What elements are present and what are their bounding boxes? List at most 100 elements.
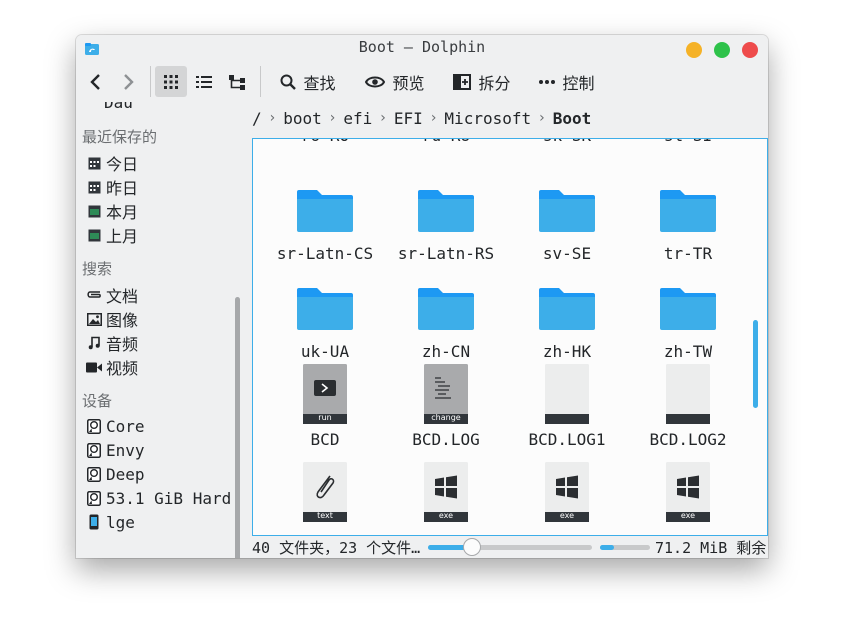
list-view-icon: [196, 75, 212, 88]
split-view-icon: [453, 73, 472, 90]
windows-executable-icon: exe: [658, 462, 718, 522]
breadcrumb-current[interactable]: Boot: [553, 109, 592, 128]
file-name-label: zh-CN: [421, 342, 471, 361]
folder-item[interactable]: sr-Latn-CS: [259, 178, 377, 274]
icons-view-button[interactable]: [155, 66, 187, 97]
folder-item[interactable]: sv-SE: [501, 178, 619, 274]
zoom-slider-handle[interactable]: [463, 538, 482, 556]
sidebar-item-last-month[interactable]: 上月: [86, 224, 138, 246]
maximize-button[interactable]: [714, 42, 730, 58]
sidebar-item-videos[interactable]: 视频: [86, 356, 138, 378]
grid-view-icon: [164, 74, 178, 89]
breadcrumb-item[interactable]: boot: [283, 109, 322, 128]
file-name-label: sr-Latn-CS: [276, 244, 374, 263]
breadcrumb-item[interactable]: efi: [343, 109, 372, 128]
calendar-icon: [86, 227, 102, 243]
file-view-scrollbar[interactable]: [753, 320, 758, 408]
svg-text:exe: exe: [439, 511, 453, 520]
terminal-script-icon: run: [295, 364, 355, 424]
file-item[interactable]: exe: [380, 462, 498, 535]
tree-view-button[interactable]: [224, 66, 252, 97]
folder-item[interactable]: ru-RU: [380, 139, 498, 156]
sidebar-item-label: Core: [106, 416, 145, 436]
title-bar[interactable]: Boot — Dolphin: [76, 35, 768, 62]
sidebar-item-label: 昨日: [106, 179, 139, 198]
file-item[interactable]: change BCD.LOG: [380, 364, 498, 460]
file-name-label: sl-SI: [622, 139, 754, 145]
folder-item[interactable]: sk-SK: [501, 139, 619, 156]
sidebar-item-hard-drive[interactable]: 53.1 GiB Hard: [86, 487, 231, 509]
sidebar-item-audio[interactable]: 音频: [86, 332, 138, 354]
folder-icon: [295, 178, 355, 238]
sidebar-item-today[interactable]: 今日: [86, 152, 138, 174]
chevron-right-icon: ›: [539, 110, 545, 126]
folder-item[interactable]: sr-Latn-RS: [380, 178, 498, 274]
breadcrumb-item[interactable]: Microsoft: [444, 109, 531, 128]
sidebar-item-deep[interactable]: Deep: [86, 463, 145, 485]
file-item[interactable]: BCD.LOG1: [501, 364, 619, 460]
sidebar-item-envy[interactable]: Envy: [86, 439, 145, 461]
file-name-label: sr-Latn-RS: [397, 244, 495, 263]
back-button[interactable]: [84, 66, 108, 97]
file-name-label: sv-SE: [542, 244, 592, 263]
sidebar-item-yesterday[interactable]: 昨日: [86, 176, 138, 198]
folder-icon: [295, 276, 355, 336]
preview-button[interactable]: 预览: [363, 66, 427, 97]
eye-icon: [365, 76, 386, 87]
control-button-label: 控制: [562, 73, 595, 93]
window-title: Boot — Dolphin: [358, 38, 486, 56]
breadcrumb-root[interactable]: /: [252, 109, 262, 128]
close-window-button[interactable]: [742, 42, 758, 58]
sidebar-item-partial[interactable]: Dau: [104, 102, 133, 111]
sidebar-scrollbar[interactable]: [235, 297, 240, 558]
folder-item[interactable]: uk-UA: [259, 276, 377, 372]
file-view[interactable]: ro-RO ru-RU sk-SK sl-SI sr-Latn-CS sr-La…: [252, 138, 768, 536]
folder-icon: [658, 178, 718, 238]
calendar-icon: [86, 203, 102, 219]
folder-item[interactable]: zh-TW: [622, 276, 740, 372]
file-name-label: sk-SK: [501, 139, 633, 145]
free-space-label: 71.2 MiB 剩余: [655, 539, 767, 557]
change-file-icon: change: [416, 364, 476, 424]
file-item[interactable]: exe: [501, 462, 619, 535]
search-button-label: 查找: [303, 73, 336, 93]
sidebar-item-this-month[interactable]: 本月: [86, 200, 138, 222]
sidebar-item-lge[interactable]: lge: [86, 511, 135, 533]
chevron-right-icon: ›: [269, 110, 276, 126]
minimize-button[interactable]: [686, 42, 702, 58]
sidebar-item-documents[interactable]: 文档: [86, 284, 138, 306]
zoom-slider[interactable]: [428, 538, 592, 556]
folder-item[interactable]: zh-HK: [501, 276, 619, 372]
more-dots-icon: [539, 79, 556, 84]
sidebar-heading-recent: 最近保存的: [82, 128, 158, 146]
file-item[interactable]: text: [259, 462, 377, 535]
folder-item[interactable]: tr-TR: [622, 178, 740, 274]
file-item[interactable]: BCD.LOG2: [622, 364, 740, 460]
folder-item[interactable]: ro-RO: [259, 139, 377, 156]
sidebar-item-images[interactable]: 图像: [86, 308, 138, 330]
split-button[interactable]: 拆分: [450, 66, 514, 97]
file-item[interactable]: exe: [622, 462, 740, 535]
blank-file-icon: [658, 364, 718, 424]
forward-button[interactable]: [116, 66, 140, 97]
dolphin-window: Boot — Dolphin 查找 预览 拆分 控制 最近保存的 今日 昨日 本…: [76, 35, 768, 558]
control-menu-button[interactable]: 控制: [537, 66, 597, 97]
svg-text:run: run: [318, 413, 331, 422]
tree-view-icon: [229, 74, 245, 90]
folder-icon: [416, 276, 476, 336]
search-button[interactable]: 查找: [276, 66, 340, 97]
file-item[interactable]: run BCD: [259, 364, 377, 460]
chevron-right-icon: ›: [329, 110, 336, 126]
svg-text:exe: exe: [681, 511, 695, 520]
preview-button-label: 预览: [392, 73, 425, 93]
folder-item[interactable]: sl-SI: [622, 139, 740, 156]
sidebar-heading-search: 搜索: [82, 260, 113, 278]
free-space-fill: [600, 545, 614, 550]
details-view-button[interactable]: [190, 66, 218, 97]
file-name-label: zh-HK: [542, 342, 592, 361]
sidebar-item-label: 今日: [106, 155, 139, 174]
toolbar-separator: [150, 66, 151, 97]
breadcrumb-item[interactable]: EFI: [394, 109, 423, 128]
sidebar-item-core[interactable]: Core: [86, 415, 145, 437]
folder-item[interactable]: zh-CN: [380, 276, 498, 372]
